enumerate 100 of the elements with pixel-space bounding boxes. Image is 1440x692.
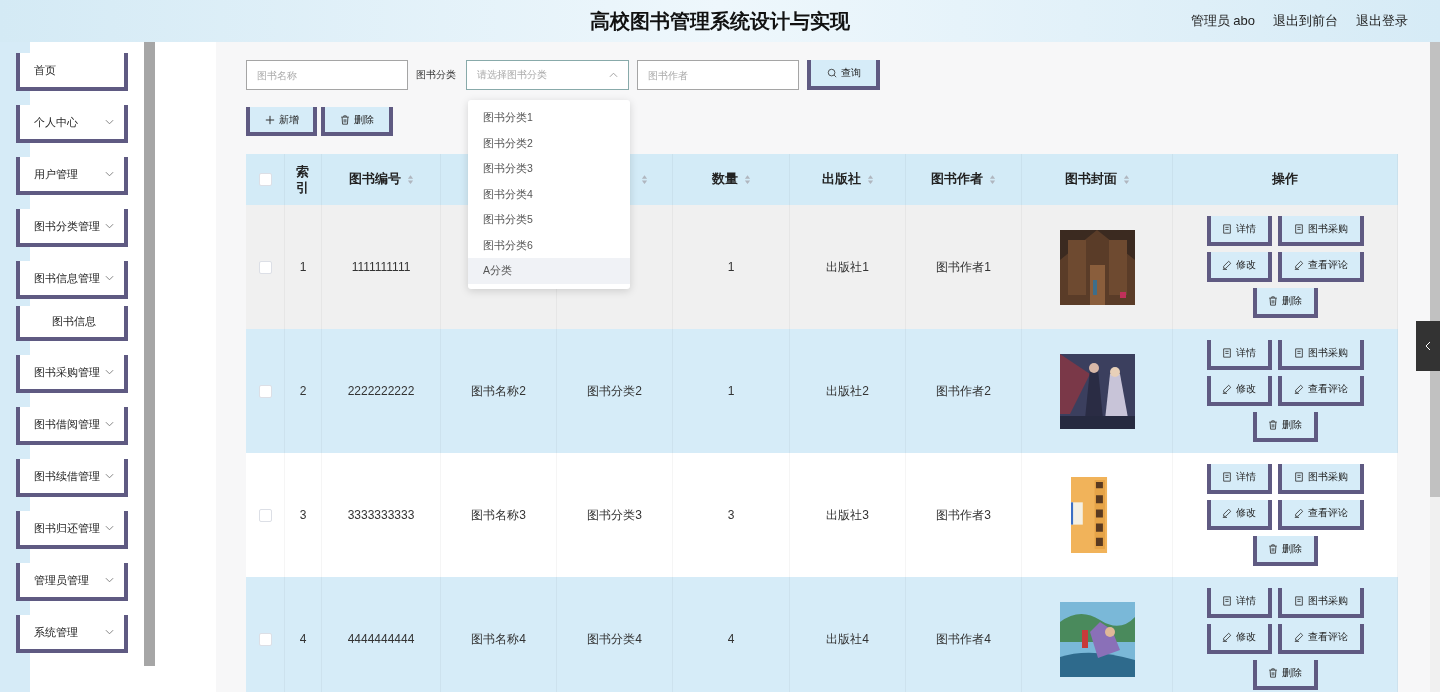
trash-icon — [1268, 420, 1278, 430]
chevron-down-icon — [105, 421, 114, 427]
document-icon — [1222, 224, 1232, 234]
action-button[interactable]: 删除 — [1252, 660, 1318, 690]
checkbox[interactable] — [258, 508, 272, 522]
table-cell: 图书作者2 — [936, 382, 991, 400]
action-button[interactable]: 详情 — [1206, 216, 1272, 246]
table-cell: 图书分类2 — [587, 382, 642, 400]
dropdown-option[interactable]: A分类 — [468, 258, 630, 284]
scrollbar[interactable] — [1430, 42, 1440, 692]
document-icon — [1293, 596, 1304, 606]
checkbox[interactable] — [258, 632, 272, 646]
sort-icon[interactable] — [743, 174, 751, 185]
trash-icon — [1268, 668, 1278, 678]
menu-item[interactable]: 图书续借管理 — [16, 459, 128, 497]
chevron-down-icon — [105, 275, 114, 281]
document-icon — [1293, 472, 1304, 482]
table-cell: 1111111111 — [351, 260, 411, 274]
table-cell: 2 — [299, 384, 307, 398]
menu-item[interactable]: 图书采购管理 — [16, 355, 128, 393]
action-button[interactable]: 删除 — [1252, 536, 1318, 566]
chevron-left-icon — [1425, 341, 1431, 351]
chevron-down-icon — [105, 171, 114, 177]
menu-item[interactable]: 个人中心 — [16, 105, 128, 143]
menu-item[interactable]: 图书归还管理 — [16, 511, 128, 549]
action-button[interactable]: 图书采购 — [1277, 588, 1364, 618]
action-button[interactable]: 修改 — [1206, 624, 1272, 654]
menu-item[interactable]: 用户管理 — [16, 157, 128, 195]
action-button[interactable]: 修改 — [1206, 500, 1272, 530]
delete-button[interactable]: 删除 — [321, 107, 393, 136]
table-cell: 3 — [299, 508, 307, 522]
checkbox[interactable] — [258, 173, 272, 186]
search-button[interactable]: 查询 — [807, 60, 880, 90]
search-field[interactable]: 图书名称 — [246, 60, 408, 90]
dropdown-option[interactable]: 图书分类5 — [468, 207, 630, 233]
pencil-icon — [1222, 384, 1232, 394]
table-cell: 1 — [727, 384, 735, 398]
search-field[interactable]: 图书作者 — [637, 60, 799, 90]
action-button[interactable]: 图书采购 — [1277, 340, 1364, 370]
chevron-down-icon — [105, 525, 114, 531]
action-button[interactable]: 详情 — [1206, 464, 1272, 494]
menu-item[interactable]: 系统管理 — [16, 615, 128, 653]
action-button[interactable]: 删除 — [1252, 412, 1318, 442]
action-button[interactable]: 修改 — [1206, 376, 1272, 406]
menu-item[interactable]: 首页 — [16, 53, 128, 91]
trash-icon — [340, 114, 350, 125]
menu-item[interactable]: 管理员管理 — [16, 563, 128, 601]
menu-item[interactable]: 图书借阅管理 — [16, 407, 128, 445]
menu-item[interactable]: 图书信息管理 — [16, 261, 128, 299]
checkbox[interactable] — [258, 260, 272, 274]
chevron-down-icon — [105, 223, 114, 229]
menu-item[interactable]: 图书分类管理 — [16, 209, 128, 247]
submenu-item[interactable]: 图书信息 — [16, 306, 128, 341]
pencil-icon — [1222, 508, 1232, 518]
column-header: 索引 — [296, 163, 310, 196]
table-cell: 出版社1 — [826, 258, 869, 276]
sort-icon[interactable] — [989, 174, 996, 185]
scrollbar[interactable] — [144, 42, 155, 666]
action-button[interactable]: 查看评论 — [1277, 624, 1364, 654]
dropdown-option[interactable]: 图书分类1 — [468, 105, 630, 131]
column-header: 出版社 — [821, 171, 861, 188]
table-cell: 1 — [727, 260, 735, 274]
action-button[interactable]: 图书采购 — [1277, 464, 1364, 494]
action-button[interactable]: 查看评论 — [1277, 252, 1364, 282]
action-button[interactable]: 详情 — [1206, 588, 1272, 618]
trash-icon — [1268, 296, 1278, 306]
column-header: 操作 — [1272, 171, 1298, 188]
column-header: 图书封面 — [1064, 171, 1117, 188]
action-button[interactable]: 修改 — [1206, 252, 1272, 282]
column-header: 图书编号 — [348, 171, 401, 188]
sort-icon[interactable] — [641, 174, 648, 185]
table-cell: 图书分类3 — [587, 506, 642, 524]
checkbox[interactable] — [258, 384, 272, 398]
table-cell: 出版社2 — [826, 382, 869, 400]
action-button[interactable]: 查看评论 — [1277, 376, 1364, 406]
add-button[interactable]: 新增 — [246, 107, 317, 136]
action-button[interactable]: 详情 — [1206, 340, 1272, 370]
table-cell: 图书分类4 — [587, 630, 642, 648]
header-link[interactable]: 退出登录 — [1356, 12, 1408, 30]
action-button[interactable]: 删除 — [1252, 288, 1318, 318]
pencil-icon — [1222, 260, 1232, 270]
dropdown-option[interactable]: 图书分类3 — [468, 156, 630, 182]
collapse-tab[interactable] — [1416, 321, 1440, 371]
dropdown-option[interactable]: 图书分类4 — [468, 181, 630, 207]
sort-icon[interactable] — [1122, 174, 1130, 185]
sort-icon[interactable] — [866, 174, 874, 185]
table-cell: 4 — [727, 632, 735, 646]
dropdown-option[interactable]: 图书分类6 — [468, 232, 630, 258]
plus-icon — [264, 114, 275, 125]
pencil-icon — [1293, 508, 1304, 518]
table-cell: 图书名称2 — [471, 382, 526, 400]
pencil-icon — [1293, 260, 1304, 270]
sort-icon[interactable] — [406, 174, 414, 185]
action-button[interactable]: 查看评论 — [1277, 500, 1364, 530]
dropdown-option[interactable]: 图书分类2 — [468, 130, 630, 156]
header-link[interactable]: 退出到前台 — [1273, 12, 1338, 30]
action-button[interactable]: 图书采购 — [1277, 216, 1364, 246]
chevron-down-icon — [105, 473, 114, 479]
column-header: 图书作者 — [931, 171, 983, 188]
trash-icon — [1268, 544, 1278, 554]
